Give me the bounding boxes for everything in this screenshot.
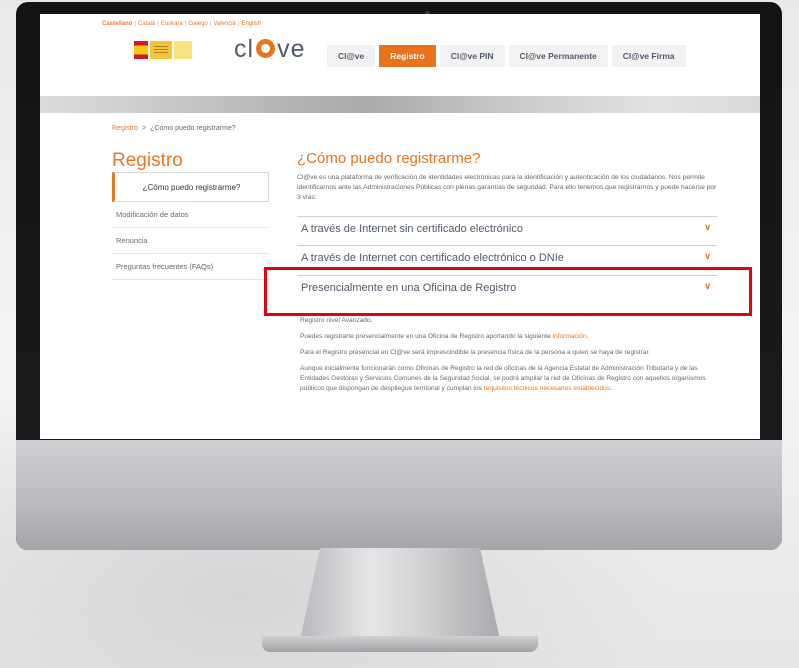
details-paragraph-oficinas: Aunque inicialmente funcionarán como Ofi… — [300, 364, 718, 394]
lang-valencia[interactable]: Valencià — [213, 21, 236, 27]
main-nav: Cl@ve Registro Cl@ve PIN Cl@ve Permanent… — [327, 45, 690, 67]
lang-galego[interactable]: Galego — [188, 21, 207, 27]
informacion-link[interactable]: información — [553, 333, 587, 340]
sidebar-item-modificacion[interactable]: Modificación de datos — [112, 202, 269, 228]
header-banner — [40, 96, 760, 113]
ministry-logo-icon — [174, 41, 192, 59]
accordion-label: A través de Internet sin certificado ele… — [301, 223, 523, 235]
breadcrumb-root[interactable]: Registro — [112, 125, 138, 132]
monitor-chin — [16, 440, 782, 550]
breadcrumb-current: ¿Cómo puedo registrarme? — [150, 125, 236, 132]
nav-clave-pin[interactable]: Cl@ve PIN — [439, 45, 505, 67]
details-text: Puedes registrarte presencialmente en un… — [300, 333, 553, 340]
spain-flag-icon — [134, 41, 148, 59]
sidebar-title: Registro — [112, 150, 183, 171]
sidebar-item-renuncia[interactable]: Renuncia — [112, 228, 269, 254]
details-paragraph-info: Puedes registrarte presencialmente en un… — [300, 332, 718, 342]
accordion-item-internet-sin-certificado[interactable]: A través de Internet sin certificado ele… — [297, 216, 717, 241]
details-text: . — [586, 333, 589, 340]
language-bar: Castellano | Català | Euskara | Galego | Valenci… — [102, 21, 262, 27]
page-title: ¿Cómo puedo registrarme? — [297, 150, 481, 167]
lang-euskara[interactable]: Euskara — [161, 21, 183, 27]
chevron-down-icon: ∨ — [704, 251, 711, 261]
monitor-stand — [300, 548, 500, 640]
nav-registro[interactable]: Registro — [379, 45, 436, 67]
clave-logo[interactable]: cl ve — [234, 35, 305, 64]
lang-catala[interactable]: Català — [138, 21, 155, 27]
details-text: . — [610, 385, 612, 392]
nav-clave[interactable]: Cl@ve — [327, 45, 376, 67]
intro-text: Cl@ve es una plataforma de verificación … — [297, 174, 717, 201]
screen: Castellano | Català | Euskara | Galego | Valenci… — [40, 14, 760, 439]
lang-english[interactable]: English — [241, 21, 261, 27]
monitor-stand-base — [262, 636, 538, 652]
accordion-label: A través de Internet con certificado ele… — [301, 252, 564, 264]
main-content: ¿Cómo puedo registrarme? Cl@ve es una pl… — [297, 150, 717, 203]
requisitos-link[interactable]: requisitos técnicos necesarios estableci… — [484, 385, 610, 392]
nav-clave-firma[interactable]: Cl@ve Firma — [611, 45, 686, 67]
sidebar-item-faqs[interactable]: Preguntas frecuentes (FAQs) — [112, 254, 269, 280]
lang-castellano[interactable]: Castellano — [102, 21, 132, 27]
sidebar-item-como-registrarme[interactable]: ¿Cómo puedo registrarme? — [112, 172, 269, 202]
nav-clave-permanente[interactable]: Cl@ve Permanente — [508, 45, 608, 67]
chevron-down-icon: ∨ — [704, 222, 711, 232]
clave-logo-suffix: ve — [277, 35, 306, 63]
sidebar-menu: ¿Cómo puedo registrarme? Modificación de… — [112, 172, 269, 280]
breadcrumb-separator: > — [142, 125, 147, 132]
details-level: Registro nivel Avanzado. — [300, 317, 373, 324]
details-paragraph-presencia: Para el Registro presencial en Cl@ve ser… — [300, 349, 651, 356]
government-logo-icon — [150, 41, 172, 59]
accordion-details: Registro nivel Avanzado. Puedes registra… — [300, 316, 718, 400]
clave-logo-prefix: cl — [234, 35, 255, 63]
breadcrumb: Registro > ¿Cómo puedo registrarme? — [112, 125, 236, 132]
at-circle-icon — [256, 38, 276, 58]
highlight-box — [264, 267, 752, 316]
